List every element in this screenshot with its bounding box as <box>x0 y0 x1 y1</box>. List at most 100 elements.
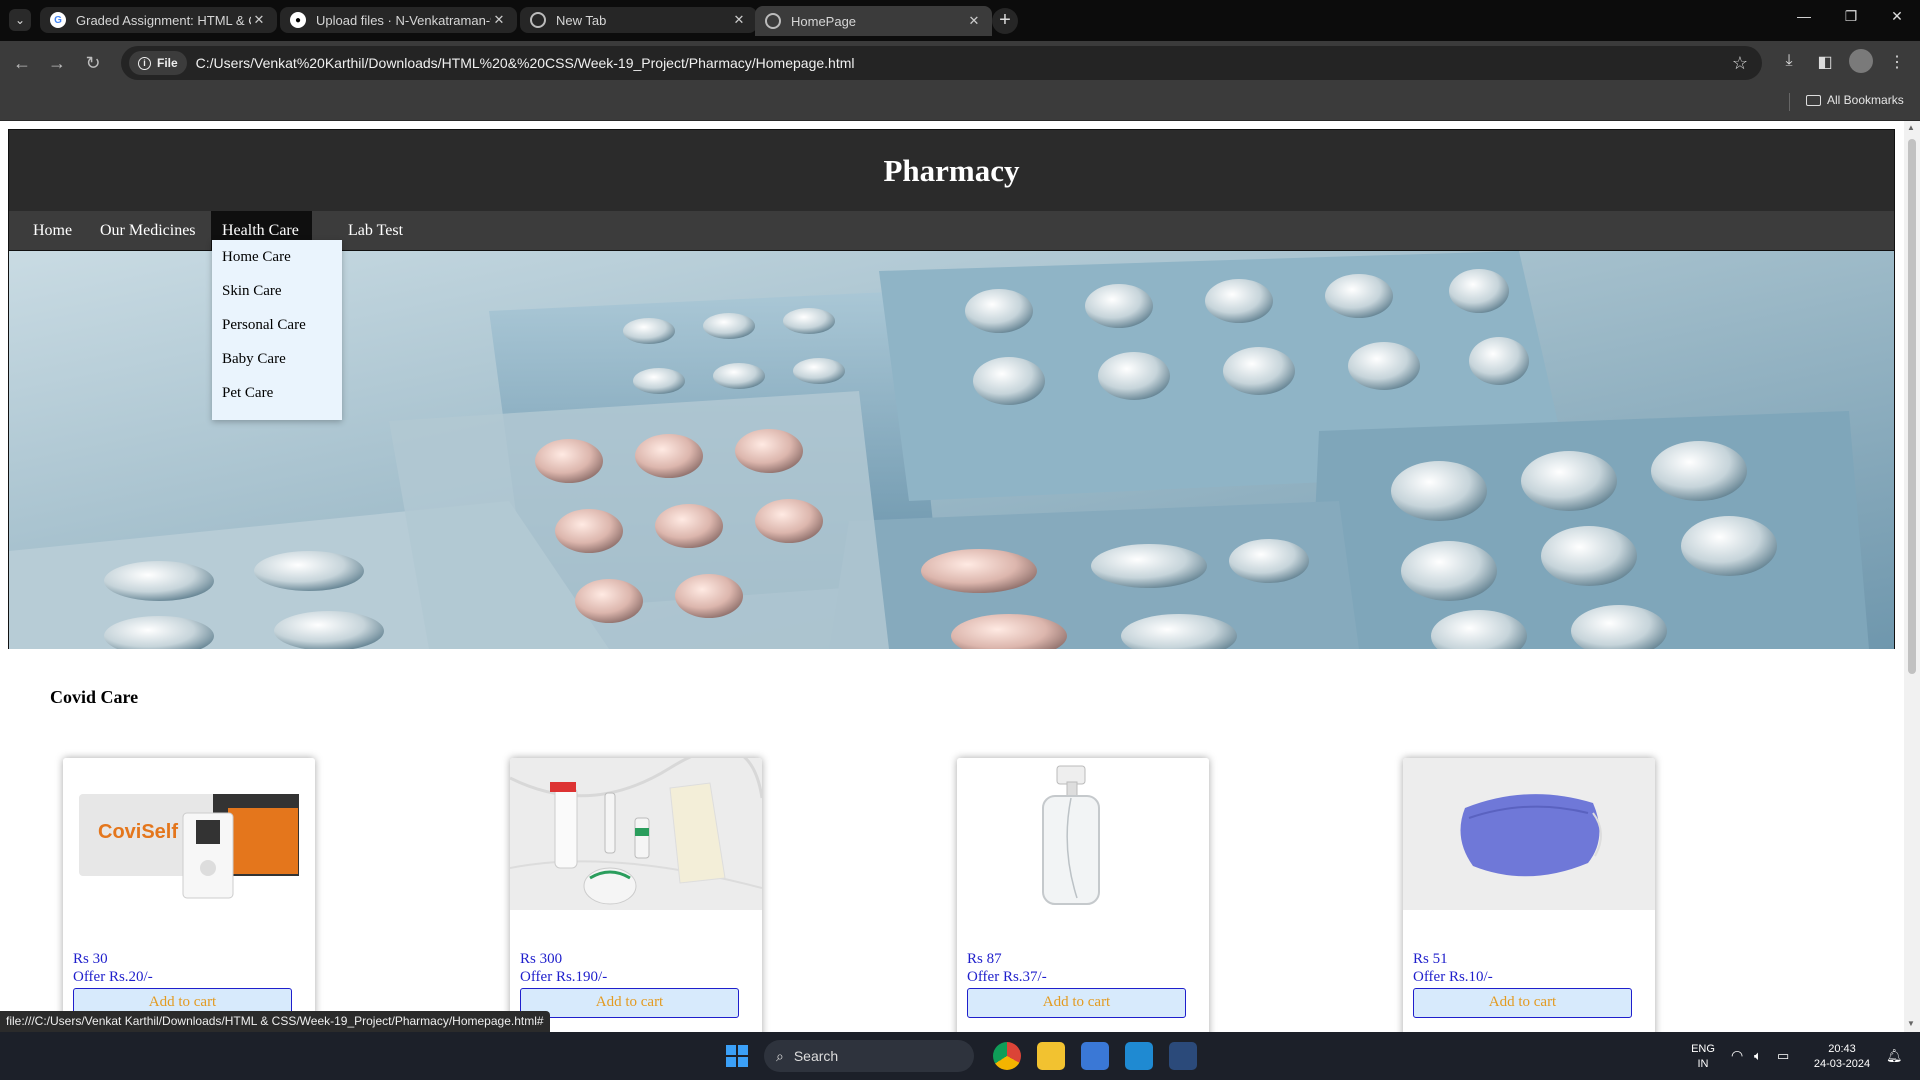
tab-title: Upload files · N-Venkatraman-9 <box>316 12 491 28</box>
price-block: Rs 300 Offer Rs.190/- <box>520 950 607 986</box>
chrome-icon <box>530 12 546 28</box>
price-text: Rs 300 <box>520 951 563 967</box>
site-info-chip[interactable]: i File <box>129 51 187 75</box>
bookmarks-divider <box>1789 93 1790 111</box>
scroll-up-arrow[interactable]: ▲ <box>1907 123 1915 132</box>
github-icon: ● <box>290 12 306 28</box>
url-text[interactable]: C:/Users/Venkat%20Karthil/Downloads/HTML… <box>196 55 855 71</box>
globe-icon <box>765 13 781 29</box>
tab-new-tab[interactable]: New Tab ✕ <box>520 7 757 33</box>
svg-text:CoviSelf: CoviSelf <box>98 821 178 843</box>
tab-title: HomePage <box>791 13 857 29</box>
tab-title: New Tab <box>556 12 607 28</box>
scroll-down-arrow[interactable]: ▼ <box>1907 1019 1915 1028</box>
close-icon[interactable]: ✕ <box>491 12 507 28</box>
side-panel-icon[interactable]: ◧ <box>1814 52 1836 72</box>
section-title-covid-care: Covid Care <box>50 687 139 707</box>
dropdown-home-care[interactable]: Home Care <box>212 246 342 280</box>
info-icon: i <box>138 56 151 70</box>
clock[interactable]: 20:43 24-03-2024 <box>1808 1042 1876 1072</box>
browser-toolbar: ← → ↻ i File C:/Users/Venkat%20Karthil/D… <box>0 41 1920 85</box>
pharmacy-page: Pharmacy Home Our Medicines Health Care … <box>8 129 1895 662</box>
page-viewport: Pharmacy Home Our Medicines Health Care … <box>0 121 1920 1032</box>
dropdown-baby-care[interactable]: Baby Care <box>212 348 342 382</box>
wifi-icon[interactable]: ◠ <box>1731 1048 1743 1063</box>
back-icon[interactable]: ← <box>10 51 34 75</box>
price-text: Rs 87 <box>967 951 1002 967</box>
snipping-tool-icon[interactable] <box>1169 1042 1197 1070</box>
file-explorer-icon[interactable] <box>1037 1042 1065 1070</box>
profile-avatar[interactable] <box>1849 49 1873 73</box>
price-text: Rs 30 <box>73 951 108 967</box>
nav-lab-test[interactable]: Lab Test <box>337 211 414 251</box>
restore-icon[interactable]: ❐ <box>1836 8 1866 25</box>
price-block: Rs 30 Offer Rs.20/- <box>73 950 153 986</box>
offer-text: Offer Rs.37/- <box>967 969 1047 985</box>
tab-graded-assignment[interactable]: G Graded Assignment: HTML & C ✕ <box>40 7 277 33</box>
store-icon[interactable] <box>1081 1042 1109 1070</box>
add-to-cart-button[interactable]: Add to cart <box>520 988 739 1018</box>
nav-home[interactable]: Home <box>22 211 83 251</box>
download-icon[interactable]: ⤓ <box>1778 52 1800 70</box>
close-icon[interactable]: ✕ <box>966 13 982 29</box>
price-text: Rs 51 <box>1413 951 1448 967</box>
close-icon[interactable]: ✕ <box>251 12 267 28</box>
product-card: Rs 87 Offer Rs.37/- Add to cart <box>957 758 1209 1032</box>
site-nav: Home Our Medicines Health Care Lab Test … <box>8 211 1895 420</box>
tab-title: Graded Assignment: HTML & C <box>76 12 251 28</box>
search-placeholder: Search <box>793 1048 839 1064</box>
bookmarks-bar: All Bookmarks <box>0 85 1920 121</box>
nav-our-medicines[interactable]: Our Medicines <box>89 211 207 251</box>
covid-test-kit-image: CoviSelf <box>63 758 315 910</box>
windows-taskbar: ⌕ Search ENG IN ◠ 🔈︎ ▭ 20:43 24-03-2024 … <box>0 1032 1920 1080</box>
windows-start-icon[interactable] <box>726 1045 748 1067</box>
tab-search-button[interactable]: ⌄ <box>9 9 31 31</box>
status-bar-url: file:///C:/Users/Venkat Karthil/Download… <box>0 1011 550 1032</box>
minimize-icon[interactable]: — <box>1789 8 1819 24</box>
dropdown-skin-care[interactable]: Skin Care <box>212 280 342 314</box>
close-window-icon[interactable]: ✕ <box>1882 8 1912 25</box>
bookmark-star-icon[interactable]: ☆ <box>1732 53 1748 74</box>
add-to-cart-button[interactable]: Add to cart <box>967 988 1186 1018</box>
taskbar-search[interactable]: ⌕ Search <box>764 1040 974 1072</box>
site-title: Pharmacy <box>8 129 1895 211</box>
reload-icon[interactable]: ↻ <box>81 51 105 75</box>
battery-icon[interactable]: ▭ <box>1777 1048 1789 1063</box>
google-icon: G <box>50 12 66 28</box>
offer-text: Offer Rs.20/- <box>73 969 153 985</box>
vscode-icon[interactable] <box>1125 1042 1153 1070</box>
offer-text: Offer Rs.10/- <box>1413 969 1493 985</box>
forward-icon[interactable]: → <box>45 51 69 75</box>
region-code: IN <box>1697 1058 1709 1070</box>
language-indicator[interactable]: ENG IN <box>1688 1042 1718 1072</box>
all-bookmarks-label: All Bookmarks <box>1827 93 1904 107</box>
site-chip-label: File <box>157 56 178 70</box>
chrome-app-icon[interactable] <box>993 1042 1021 1070</box>
dropdown-personal-care[interactable]: Personal Care <box>212 314 342 348</box>
volume-icon[interactable]: 🔈︎ <box>1754 1048 1762 1063</box>
address-bar[interactable]: i File C:/Users/Venkat%20Karthil/Downloa… <box>121 46 1762 80</box>
price-block: Rs 51 Offer Rs.10/- <box>1413 950 1493 986</box>
product-card: Rs 300 Offer Rs.190/- Add to cart <box>510 758 762 1032</box>
tab-upload-files[interactable]: ● Upload files · N-Venkatraman-9 ✕ <box>280 7 517 33</box>
search-icon: ⌕ <box>776 1047 784 1064</box>
lang-code: ENG <box>1691 1043 1715 1055</box>
price-block: Rs 87 Offer Rs.37/- <box>967 950 1047 986</box>
page-scrollbar[interactable]: ▲ ▼ <box>1904 121 1920 1032</box>
face-mask-image <box>1403 758 1655 910</box>
tab-strip: ⌄ G Graded Assignment: HTML & C ✕ ● Uplo… <box>0 0 1920 41</box>
add-to-cart-button[interactable]: Add to cart <box>1413 988 1632 1018</box>
menu-icon[interactable]: ⋮ <box>1886 52 1908 72</box>
product-card: Rs 51 Offer Rs.10/- Add to cart <box>1403 758 1655 1032</box>
covid-essentials-kit-image <box>510 758 762 910</box>
health-care-dropdown: Home Care Skin Care Personal Care Baby C… <box>212 240 342 420</box>
close-icon[interactable]: ✕ <box>731 12 747 28</box>
offer-text: Offer Rs.190/- <box>520 969 608 985</box>
all-bookmarks-button[interactable]: All Bookmarks <box>1806 93 1904 107</box>
folder-icon <box>1806 94 1821 106</box>
dropdown-pet-care[interactable]: Pet Care <box>212 382 342 416</box>
tab-homepage[interactable]: HomePage ✕ <box>755 6 992 36</box>
new-tab-button[interactable]: + <box>992 8 1018 34</box>
scroll-thumb[interactable] <box>1908 139 1916 674</box>
notification-bell-icon[interactable]: 🔔︎ <box>1886 1048 1903 1063</box>
